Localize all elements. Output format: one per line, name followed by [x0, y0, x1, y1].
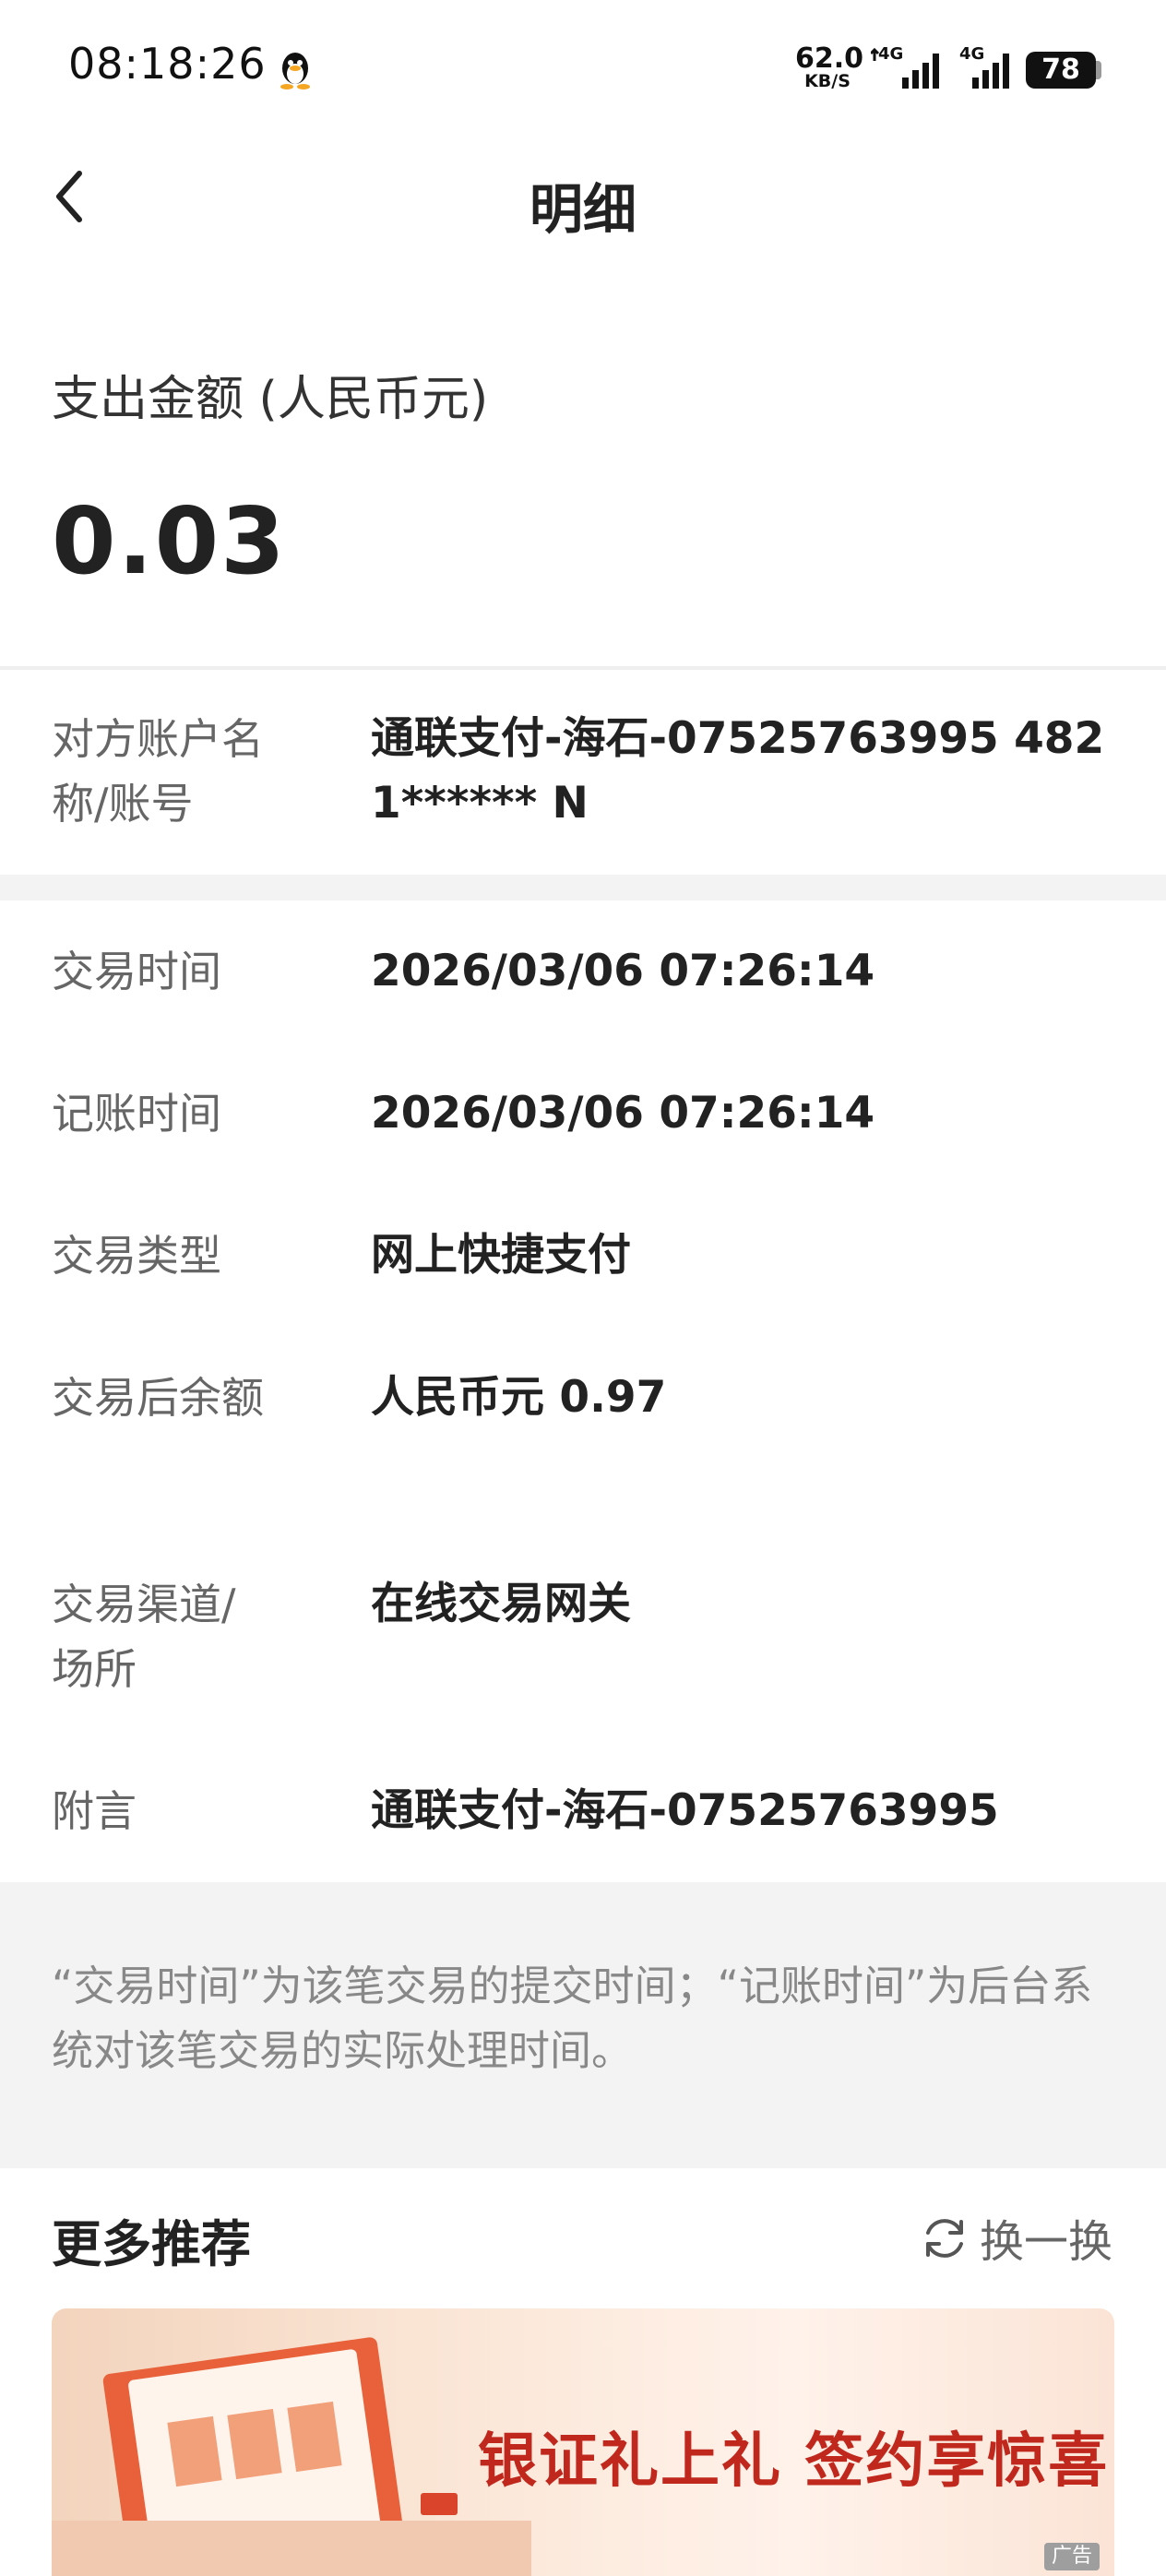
refresh-icon[interactable]: [919, 2212, 970, 2264]
battery-icon: 78: [1026, 52, 1096, 89]
ad-badge: 广告: [1044, 2543, 1100, 2570]
detail-value: 通联支付-海石-07525763995: [371, 1785, 999, 1836]
detail-label: 附言: [52, 1786, 137, 1836]
status-time: 08:18:26: [68, 39, 267, 89]
more-recommend-title: 更多推荐: [52, 2215, 251, 2273]
amount-label: 支出金额 (人民币元): [52, 372, 489, 427]
refresh-button[interactable]: 换一换: [980, 2205, 1112, 2270]
detail-label: 交易渠道/场所: [52, 1580, 236, 1694]
detail-label: 交易时间: [52, 947, 221, 996]
page-title: 明细: [529, 178, 637, 241]
detail-value: 2026/03/06 07:26:14: [371, 1088, 875, 1139]
section-gap: [0, 875, 1166, 900]
counterparty-label: 对方账户名称/账号: [52, 714, 264, 829]
detail-value: 人民币元 0.97: [371, 1372, 667, 1423]
detail-value: 2026/03/06 07:26:14: [371, 946, 875, 996]
detail-label: 记账时间: [52, 1089, 221, 1139]
signal-strength-icon: [871, 47, 939, 89]
divider: [0, 666, 1166, 670]
counterparty-value: 通联支付-海石-07525763995 4821****** N: [371, 713, 1105, 829]
banner-headline: 银证礼上礼 签约享惊喜: [478, 2427, 1110, 2496]
detail-value: 网上快捷支付: [371, 1230, 631, 1281]
network-speed: 62.0 KB/S: [795, 42, 864, 91]
network-speed-value: 62.0: [795, 42, 864, 75]
network-speed-unit: KB/S: [804, 71, 851, 91]
detail-value: 在线交易网关: [371, 1579, 631, 1629]
detail-label: 交易类型: [52, 1231, 221, 1281]
signal-strength-icon: [972, 54, 1009, 89]
battery-tip: [1096, 61, 1101, 79]
amount-value: 0.03: [52, 487, 287, 595]
detail-label: 交易后余额: [52, 1373, 264, 1423]
qq-penguin-icon: [280, 53, 310, 89]
time-explanation-note: “交易时间”为该笔交易的提交时间；“记账时间”为后台系统对该笔交易的实际处理时间…: [52, 1962, 1093, 2075]
